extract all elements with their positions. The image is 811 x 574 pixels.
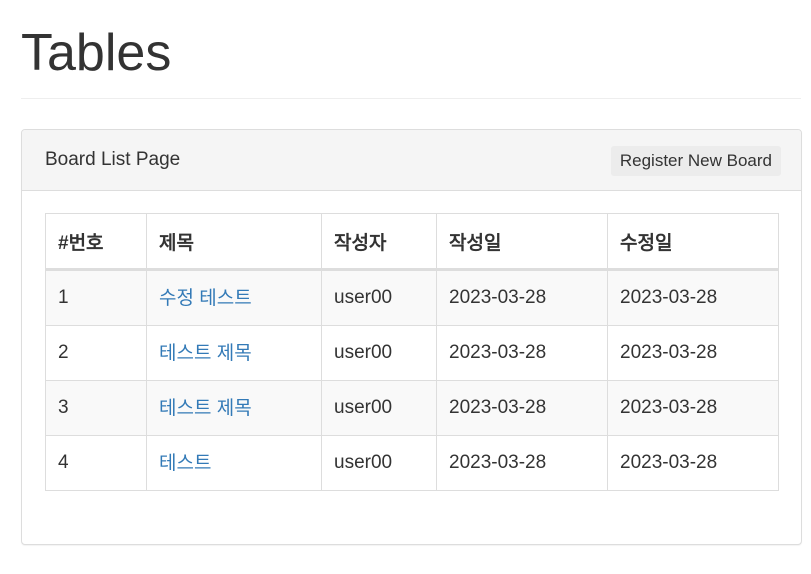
- cell-updatedate: 2023-03-28: [607, 325, 779, 381]
- panel-title: Board List Page: [45, 149, 181, 170]
- cell-writer: user00: [321, 380, 437, 436]
- cell-regdate: 2023-03-28: [436, 380, 608, 436]
- table-row: 4 테스트 user00 2023-03-28 2023-03-28: [45, 435, 779, 491]
- cell-title: 테스트: [146, 435, 322, 491]
- page-title: Tables: [21, 24, 172, 82]
- cell-writer: user00: [321, 435, 437, 491]
- cell-no: 3: [45, 380, 147, 436]
- board-title-link[interactable]: 테스트: [159, 453, 211, 474]
- cell-updatedate: 2023-03-28: [607, 435, 779, 491]
- table-row: 1 수정 테스트 user00 2023-03-28 2023-03-28: [45, 269, 779, 326]
- cell-updatedate: 2023-03-28: [607, 269, 779, 326]
- cell-regdate: 2023-03-28: [436, 269, 608, 326]
- table-row: 3 테스트 제목 user00 2023-03-28 2023-03-28: [45, 380, 779, 436]
- column-header-updatedate: 수정일: [607, 213, 779, 271]
- table-header-row: #번호 제목 작성자 작성일 수정일: [45, 213, 779, 271]
- register-new-board-button[interactable]: Register New Board: [610, 146, 781, 176]
- cell-writer: user00: [321, 269, 437, 326]
- column-header-title: 제목: [146, 213, 322, 271]
- cell-title: 수정 테스트: [146, 269, 322, 326]
- table-row: 2 테스트 제목 user00 2023-03-28 2023-03-28: [45, 325, 779, 381]
- board-title-link[interactable]: 테스트 제목: [159, 343, 252, 364]
- cell-no: 1: [45, 269, 147, 326]
- panel-body: #번호 제목 작성자 작성일 수정일 1 수정 테스트 user00 2023-…: [45, 213, 779, 491]
- board-title-link[interactable]: 수정 테스트: [159, 288, 252, 309]
- cell-updatedate: 2023-03-28: [607, 380, 779, 436]
- cell-no: 2: [45, 325, 147, 381]
- cell-writer: user00: [321, 325, 437, 381]
- board-panel: Board List Page Register New Board #번호 제…: [21, 129, 802, 545]
- column-header-regdate: 작성일: [436, 213, 608, 271]
- column-header-writer: 작성자: [321, 213, 437, 271]
- cell-title: 테스트 제목: [146, 325, 322, 381]
- panel-heading: Board List Page Register New Board: [22, 130, 801, 191]
- column-header-no: #번호: [45, 213, 147, 271]
- board-table: #번호 제목 작성자 작성일 수정일 1 수정 테스트 user00 2023-…: [45, 213, 779, 491]
- cell-title: 테스트 제목: [146, 380, 322, 436]
- page-header: Tables: [21, 20, 801, 99]
- cell-regdate: 2023-03-28: [436, 435, 608, 491]
- cell-regdate: 2023-03-28: [436, 325, 608, 381]
- board-title-link[interactable]: 테스트 제목: [159, 398, 252, 419]
- cell-no: 4: [45, 435, 147, 491]
